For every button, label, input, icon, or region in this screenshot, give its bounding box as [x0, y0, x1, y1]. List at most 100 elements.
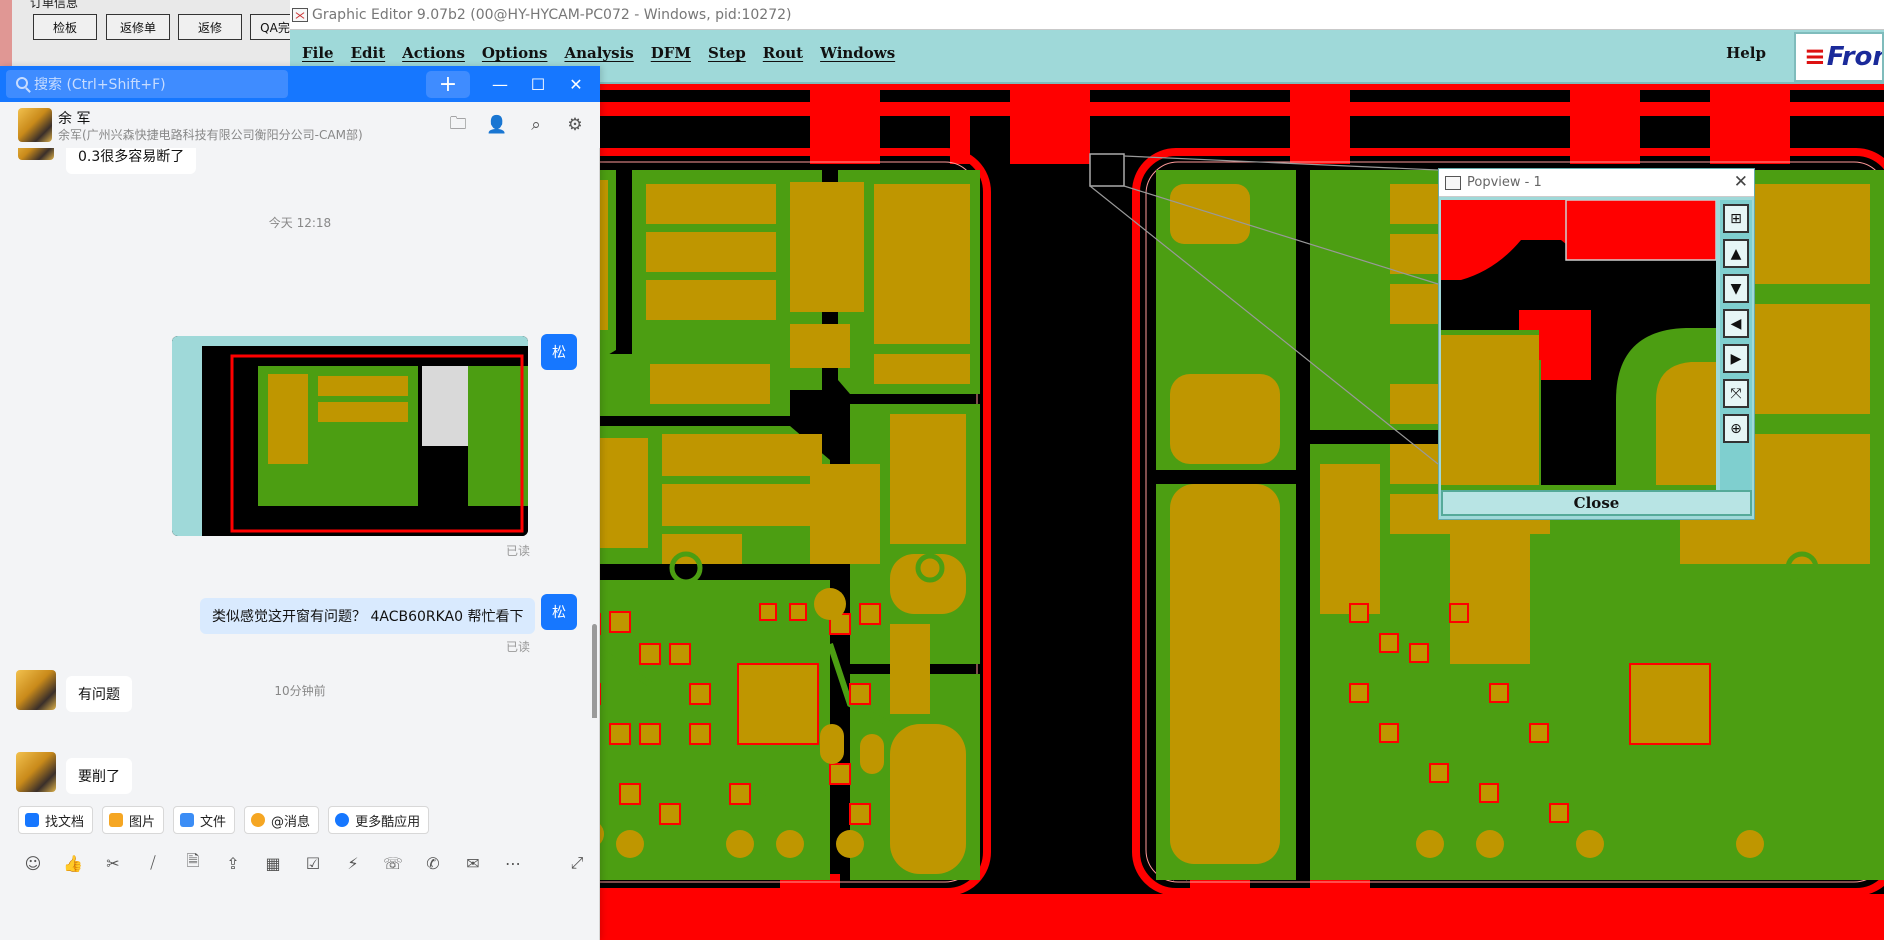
time-separator: 今天 12:18	[268, 216, 332, 230]
zoom-window-icon[interactable]: ⊞	[1723, 204, 1749, 233]
at-icon	[251, 813, 266, 827]
upload-icon[interactable]: ⇪	[222, 852, 244, 874]
menu-file[interactable]: File	[302, 44, 334, 62]
self-avatar[interactable]: 松	[541, 334, 577, 370]
minimize-icon[interactable]: —	[486, 70, 514, 98]
find-document-button[interactable]: 找文档	[18, 806, 94, 834]
doc-icon[interactable]: 🗎	[182, 851, 204, 874]
contact-avatar-msg	[16, 752, 56, 792]
read-receipt: 已读	[506, 544, 531, 558]
add-member-icon[interactable]: 👤	[486, 114, 508, 136]
more-apps-button[interactable]: 更多酷应用	[328, 806, 430, 834]
menu-step[interactable]: Step	[708, 44, 746, 62]
app-icon	[292, 8, 308, 22]
search-icon	[16, 77, 28, 89]
pan-left-icon[interactable]: ◀	[1723, 309, 1749, 338]
menu-rout[interactable]: Rout	[763, 44, 803, 62]
chat-window: 搜索 (Ctrl+Shift+F) + — ☐ ✕ 余 军 余军(广州兴森快捷电…	[0, 66, 600, 940]
menu-actions[interactable]: Actions	[402, 44, 465, 62]
file-button[interactable]: 文件	[173, 806, 236, 834]
pan-right-icon[interactable]: ▶	[1723, 344, 1749, 373]
quick-actions: 找文档 图片 文件 @消息 更多酷应用	[18, 806, 430, 834]
popview-window: Popview - 1 ✕ ⊞ ▲ ▼ ◀ ▶ ⤧ ⊕ Close	[1438, 168, 1755, 520]
calendar-icon[interactable]: ▦	[262, 852, 284, 874]
rework-button[interactable]: 返修	[178, 14, 242, 40]
contact-organization: 余军(广州兴森快捷电路科技有限公司衡阳分公司-CAM部)	[58, 128, 363, 142]
image-button[interactable]: 图片	[102, 806, 165, 834]
slash-command-icon[interactable]: ⧸	[142, 852, 164, 874]
rework-order-button[interactable]: 返修单	[106, 14, 170, 40]
main-menu: File Edit Actions Options Analysis DFM S…	[302, 44, 912, 62]
new-chat-button[interactable]: +	[426, 71, 470, 98]
self-avatar[interactable]: 松	[541, 594, 577, 630]
graphic-editor-title: Graphic Editor 9.07b2 (00@HY-HYCAM-PC072…	[312, 6, 792, 23]
image-icon	[109, 813, 124, 827]
popview-canvas[interactable]	[1441, 200, 1716, 490]
pan-up-icon[interactable]: ▲	[1723, 239, 1749, 268]
chat-header: 余 军 余军(广州兴森快捷电路科技有限公司衡阳分公司-CAM部) 🗀 👤 ⌕ ⚙	[0, 102, 600, 148]
contact-avatar-msg	[16, 670, 56, 710]
menu-help[interactable]: Help	[1726, 44, 1766, 62]
mention-button[interactable]: @消息	[244, 806, 320, 834]
popview-title: Popview - 1	[1467, 175, 1542, 190]
input-toolbar: ☺ 👍 ✂ ⧸ 🗎 ⇪ ▦ ☑ ⚡ ☏ ✆ ✉ ⋯	[22, 851, 524, 874]
menu-analysis[interactable]: Analysis	[564, 44, 633, 62]
menu-edit[interactable]: Edit	[351, 44, 386, 62]
order-panel-title: 订单信息	[30, 0, 79, 10]
popview-app-icon	[1445, 176, 1461, 190]
image-message[interactable]	[172, 336, 528, 536]
scissors-icon[interactable]: ✂	[102, 852, 124, 874]
mail-icon[interactable]: ✉	[462, 852, 484, 874]
graphic-editor-titlebar[interactable]: Graphic Editor 9.07b2 (00@HY-HYCAM-PC072…	[290, 0, 1884, 30]
file-label: 文件	[200, 814, 227, 830]
folder-icon[interactable]: 🗀	[447, 114, 469, 136]
contact-name: 余 军	[58, 111, 91, 127]
pan-down-icon[interactable]: ▼	[1723, 274, 1749, 303]
chat-header-actions: 🗀 👤 ⌕ ⚙	[447, 114, 586, 136]
chat-search-box[interactable]: 搜索 (Ctrl+Shift+F)	[6, 70, 288, 98]
call-icon[interactable]: ✆	[422, 852, 444, 874]
contact-avatar[interactable]	[18, 108, 52, 142]
phone-icon[interactable]: ☏	[382, 852, 404, 874]
message-bubble-self[interactable]: 类似感觉这开窗有问题？ 4ACB60RKA0 帮忙看下	[200, 598, 536, 634]
file-icon	[180, 813, 195, 827]
settings-icon[interactable]: ⚙	[564, 114, 586, 136]
order-panel-edge	[0, 0, 12, 74]
more-icon[interactable]: ⋯	[502, 852, 524, 874]
popview-toolbar: ⊞ ▲ ▼ ◀ ▶ ⤧ ⊕	[1720, 200, 1752, 490]
image-message-preview	[172, 336, 528, 536]
todo-icon[interactable]: ☑	[302, 852, 324, 874]
popview-close-icon[interactable]: ✕	[1734, 172, 1748, 192]
contact-avatar-msg	[18, 148, 54, 160]
brand-text: Fron	[1826, 42, 1882, 72]
chat-topbar: 搜索 (Ctrl+Shift+F) + — ☐ ✕	[0, 66, 600, 102]
more-apps-label: 更多酷应用	[355, 814, 421, 830]
zoom-home-icon[interactable]: ⊕	[1723, 414, 1749, 443]
inspect-board-button[interactable]: 检板	[33, 14, 97, 40]
mention-label: @消息	[271, 814, 311, 830]
expand-input-icon[interactable]: ⤢	[566, 852, 588, 874]
zoom-fit-icon[interactable]: ⤧	[1723, 379, 1749, 408]
emoji-icon[interactable]: ☺	[22, 852, 44, 874]
order-panel: 订单信息 检板 返修单 返修 QA完	[0, 0, 300, 74]
search-history-icon[interactable]: ⌕	[525, 114, 547, 136]
close-icon[interactable]: ✕	[562, 70, 590, 98]
message-bubble[interactable]: 0.3很多容易断了	[66, 148, 197, 174]
read-receipt: 已读	[506, 640, 531, 654]
menu-dfm[interactable]: DFM	[651, 44, 691, 62]
message-list[interactable]: 0.3很多容易断了 今天 12:18 松 已读 类似感觉这开窗有问题？ 4ACB…	[0, 148, 600, 718]
menu-options[interactable]: Options	[482, 44, 548, 62]
maximize-icon[interactable]: ☐	[524, 70, 552, 98]
popview-close-button[interactable]: Close	[1441, 490, 1752, 516]
find-document-label: 找文档	[45, 814, 85, 830]
search-input[interactable]: 搜索 (Ctrl+Shift+F)	[34, 74, 166, 94]
brand-logo: ≡Fron	[1794, 32, 1884, 82]
message-scrollbar[interactable]	[592, 624, 597, 718]
popview-titlebar[interactable]: Popview - 1 ✕	[1439, 169, 1754, 197]
message-bubble[interactable]: 要削了	[66, 758, 132, 794]
message-bubble[interactable]: 有问题	[66, 676, 132, 712]
flash-icon[interactable]: ⚡	[342, 852, 364, 874]
thumbs-up-icon[interactable]: 👍	[62, 852, 84, 874]
menu-windows[interactable]: Windows	[820, 44, 895, 62]
popview-artwork	[1441, 200, 1716, 490]
